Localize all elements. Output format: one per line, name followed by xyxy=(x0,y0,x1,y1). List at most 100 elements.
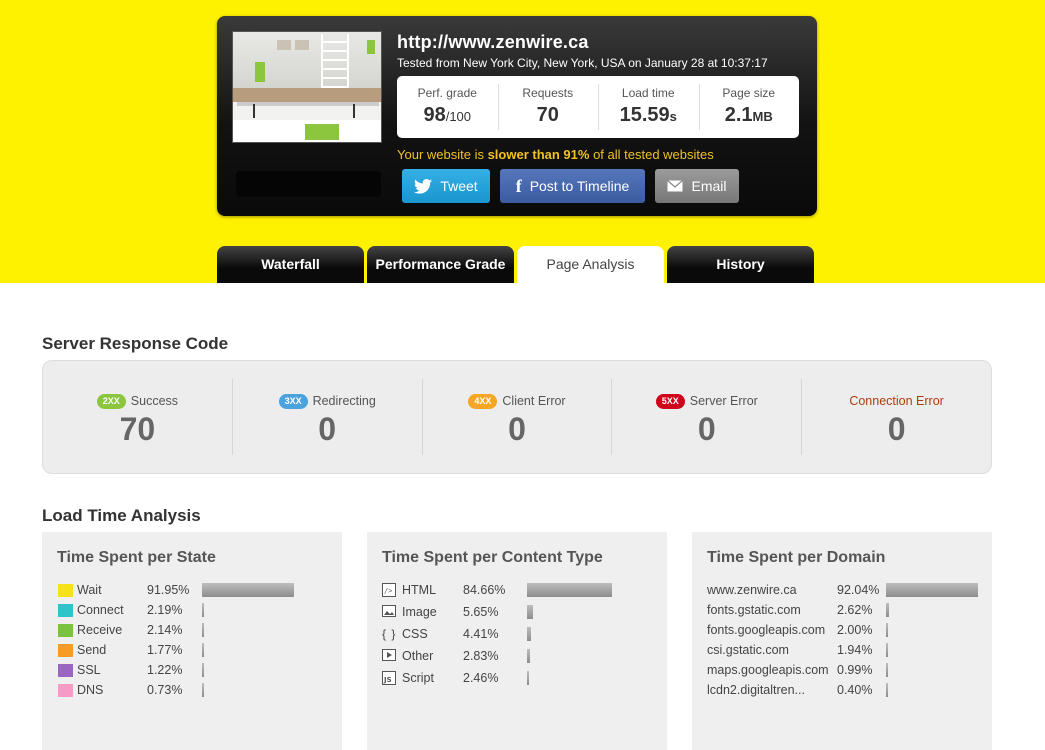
facebook-icon: f xyxy=(515,175,522,196)
state-label: SSL xyxy=(77,663,101,677)
response-code-header: 3XX Redirecting xyxy=(233,393,422,409)
site-thumbnail[interactable] xyxy=(232,31,382,143)
stat-value: 98 xyxy=(423,104,446,126)
response-code-label: Redirecting xyxy=(312,394,376,408)
domain-bar xyxy=(886,623,888,637)
status-badge: 5XX xyxy=(655,393,685,409)
other-icon xyxy=(382,649,398,664)
twitter-icon xyxy=(414,178,433,194)
response-code-count: 70 xyxy=(119,411,156,447)
response-code-2xx: 2XX Success 70 xyxy=(43,379,232,455)
domain-bar xyxy=(886,663,888,677)
stat-value: 2.1 xyxy=(724,104,753,126)
state-percent: 91.95% xyxy=(147,583,190,597)
state-bar xyxy=(202,583,294,597)
stat-label: Load time xyxy=(621,86,675,100)
facebook-label: Post to Timeline xyxy=(529,178,630,194)
ctype-percent: 2.83% xyxy=(463,649,499,663)
svg-text:/>: /> xyxy=(384,587,392,595)
content-type-rows: /> HTML 84.66% Image 5.65% { } CSS 4.41% Other 2.… xyxy=(382,581,662,691)
domain-label: csi.gstatic.com xyxy=(707,643,789,657)
ctype-bar xyxy=(527,605,533,619)
domain-label: maps.googleapis.com xyxy=(707,663,829,677)
ctype-percent: 5.65% xyxy=(463,605,499,619)
load-time-title: Load Time Analysis xyxy=(42,506,201,525)
tab-history[interactable]: History xyxy=(667,246,814,283)
status-badge: 4XX xyxy=(468,393,498,409)
state-bar xyxy=(202,623,205,637)
ctype-label: HTML xyxy=(402,583,437,597)
ctype-bar xyxy=(527,583,612,597)
domain-row: maps.googleapis.com 0.99% xyxy=(707,661,987,681)
stat-requests: Requests 70 xyxy=(497,76,599,138)
response-code-label: Client Error xyxy=(502,394,566,408)
domain-row: www.zenwire.ca 92.04% xyxy=(707,581,987,601)
state-row: Wait 91.95% xyxy=(57,581,337,601)
server-response-title: Server Response Code xyxy=(42,334,229,353)
stats-box: Perf. grade 98/100 Requests 70 Load time… xyxy=(397,76,799,138)
speed-emphasis: slower than 91% xyxy=(487,147,590,162)
legend-swatch xyxy=(58,664,73,677)
tweet-button[interactable]: Tweet xyxy=(402,169,490,203)
ctype-percent: 2.46% xyxy=(463,671,499,685)
stat-unit: s xyxy=(669,109,677,124)
tweet-label: Tweet xyxy=(440,178,478,194)
state-row: Send 1.77% xyxy=(57,641,337,661)
email-button[interactable]: Email xyxy=(655,169,739,203)
tab-waterfall[interactable]: Waterfall xyxy=(217,246,364,283)
response-code-header: 4XX Client Error xyxy=(423,393,612,409)
state-label: Send xyxy=(77,643,107,657)
domain-row: fonts.googleapis.com 2.00% xyxy=(707,621,987,641)
stat-value: 15.59 xyxy=(619,104,670,126)
site-url[interactable]: http://www.zenwire.ca xyxy=(397,32,589,53)
response-code-panel: 2XX Success 70 3XX Redirecting 0 4XX Client Err… xyxy=(42,360,992,474)
stat-label: Requests xyxy=(522,86,574,100)
facebook-post-button[interactable]: f Post to Timeline xyxy=(500,169,645,203)
state-panel: Time Spent per State Wait 91.95% Connect 2.… xyxy=(42,532,342,750)
stat-unit: MB xyxy=(752,109,773,124)
domain-percent: 2.62% xyxy=(837,603,873,617)
state-label: DNS xyxy=(77,683,104,697)
tab-performance-grade[interactable]: Performance Grade xyxy=(367,246,514,283)
content-type-panel-title: Time Spent per Content Type xyxy=(382,549,603,566)
response-code-label: Success xyxy=(130,394,179,408)
script-icon: JS xyxy=(382,671,398,686)
ctype-label: Script xyxy=(402,671,434,685)
domain-bar xyxy=(886,683,888,697)
domain-percent: 0.40% xyxy=(837,683,873,697)
ctype-percent: 4.41% xyxy=(463,627,499,641)
speed-prefix: Your website is xyxy=(397,147,488,162)
ctype-row: /> HTML 84.66% xyxy=(382,581,662,603)
state-label: Receive xyxy=(77,623,123,637)
ctype-row: JS Script 2.46% xyxy=(382,669,662,691)
state-percent: 2.14% xyxy=(147,623,183,637)
summary-card: http://www.zenwire.ca Tested from New Yo… xyxy=(217,16,817,216)
domain-label: fonts.googleapis.com xyxy=(707,623,826,637)
legend-swatch xyxy=(58,644,73,657)
domain-bar xyxy=(886,583,979,597)
legend-swatch xyxy=(58,584,73,597)
domain-panel: Time Spent per Domain www.zenwire.ca 92.0… xyxy=(692,532,992,750)
state-bar xyxy=(202,603,205,617)
html-icon: /> xyxy=(382,583,398,598)
speed-suffix: of all tested websites xyxy=(589,147,714,162)
status-badge: 3XX xyxy=(278,393,308,409)
domain-percent: 0.99% xyxy=(837,663,873,677)
speed-comparison: Your website is slower than 91% of all t… xyxy=(397,147,714,162)
state-row: SSL 1.22% xyxy=(57,661,337,681)
legend-swatch xyxy=(58,684,73,697)
response-code-count: 0 xyxy=(887,411,906,447)
state-label: Connect xyxy=(77,603,124,617)
domain-label: www.zenwire.ca xyxy=(707,583,797,597)
stat-perf-grade: Perf. grade 98/100 xyxy=(397,76,498,138)
domain-percent: 92.04% xyxy=(837,583,880,597)
tab-page-analysis[interactable]: Page Analysis xyxy=(517,246,664,283)
response-code-connection-error: Connection Error 0 xyxy=(801,379,991,455)
css-icon: { } xyxy=(382,627,397,641)
ctype-label: Image xyxy=(402,605,437,619)
content-type-panel: Time Spent per Content Type /> HTML 84.66%… xyxy=(367,532,667,750)
ctype-bar xyxy=(527,627,532,641)
response-code-count: 0 xyxy=(697,411,716,447)
response-code-label: Server Error xyxy=(689,394,758,408)
stat-label: Perf. grade xyxy=(417,86,477,100)
